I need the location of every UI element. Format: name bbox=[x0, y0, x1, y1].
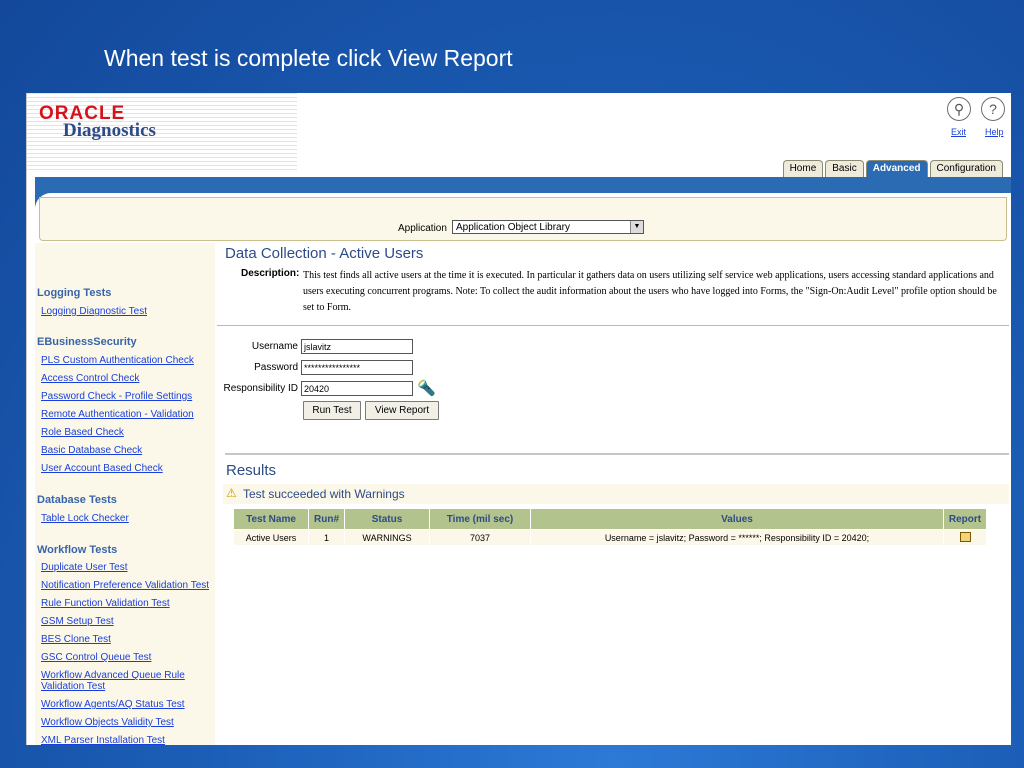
sidebar-link-duplicate-user[interactable]: Duplicate User Test bbox=[41, 562, 219, 573]
cell-run: 1 bbox=[308, 529, 345, 546]
username-field[interactable]: jslavitz bbox=[301, 339, 413, 354]
description-text: This test finds all active users at the … bbox=[303, 270, 997, 313]
divider bbox=[217, 325, 1009, 326]
header-icons: ⚲ ? Exit Help bbox=[945, 97, 1007, 141]
slide-title: When test is complete click View Report bbox=[104, 45, 513, 71]
description-label: Description: bbox=[241, 268, 300, 279]
sidebar-link-pls-custom-auth[interactable]: PLS Custom Authentication Check bbox=[41, 355, 219, 366]
sidebar-link-workflow-objects[interactable]: Workflow Objects Validity Test bbox=[41, 717, 219, 728]
run-test-button[interactable]: Run Test bbox=[303, 401, 361, 420]
column-header-time: Time (mil sec) bbox=[429, 508, 531, 530]
sidebar-link-role-based[interactable]: Role Based Check bbox=[41, 427, 219, 438]
sidebar-link-basic-database[interactable]: Basic Database Check bbox=[41, 445, 219, 456]
column-header-status: Status bbox=[344, 508, 430, 530]
column-header-test-name: Test Name bbox=[233, 508, 309, 530]
view-report-button[interactable]: View Report bbox=[365, 401, 439, 420]
main-content: Data Collection - Active Users Descripti… bbox=[217, 243, 1011, 745]
application-selected-value: Application Object Library bbox=[456, 222, 570, 233]
sidebar-link-gsc-control[interactable]: GSC Control Queue Test bbox=[41, 652, 219, 663]
status-bar: ⚠ Test succeeded with Warnings bbox=[223, 484, 1009, 504]
sidebar: Logging Tests Logging Diagnostic Test EB… bbox=[35, 243, 215, 745]
application-bar: Application Application Object Library ▼ bbox=[39, 197, 1007, 241]
column-header-run: Run# bbox=[308, 508, 345, 530]
application-select[interactable]: Application Object Library ▼ bbox=[452, 220, 644, 234]
warning-icon: ⚠ bbox=[226, 486, 237, 500]
results-table: Test Name Run# Status Time (mil sec) Val… bbox=[233, 508, 987, 546]
password-label: Password bbox=[254, 362, 298, 373]
flashlight-lov-icon[interactable]: 🔦 bbox=[417, 379, 436, 397]
status-message: Test succeeded with Warnings bbox=[243, 487, 405, 501]
tab-home[interactable]: Home bbox=[782, 160, 824, 177]
sidebar-section-logging: Logging Tests bbox=[37, 287, 112, 299]
divider bbox=[225, 453, 1009, 455]
responsibility-id-label: Responsibility ID bbox=[223, 383, 298, 394]
sidebar-link-gsm-setup[interactable]: GSM Setup Test bbox=[41, 616, 219, 627]
sidebar-link-rule-function[interactable]: Rule Function Validation Test bbox=[41, 598, 219, 609]
sidebar-link-workflow-adv-queue[interactable]: Workflow Advanced Queue Rule Validation … bbox=[41, 670, 219, 692]
exit-link[interactable]: Exit bbox=[951, 127, 966, 137]
tab-basic[interactable]: Basic bbox=[825, 160, 864, 177]
sidebar-link-bes-clone[interactable]: BES Clone Test bbox=[41, 634, 219, 645]
page-title: Data Collection - Active Users bbox=[225, 245, 424, 262]
sidebar-section-database: Database Tests bbox=[37, 494, 117, 506]
password-field[interactable]: **************** bbox=[301, 360, 413, 375]
application-label: Application bbox=[398, 223, 447, 234]
sidebar-link-notification-pref[interactable]: Notification Preference Validation Test bbox=[41, 580, 219, 591]
sidebar-section-ebusinesssecurity: EBusinessSecurity bbox=[37, 336, 137, 348]
header-logo-area: ORACLE Diagnostics bbox=[27, 93, 297, 173]
tab-advanced[interactable]: Advanced bbox=[865, 160, 928, 177]
username-label: Username bbox=[251, 341, 298, 352]
sidebar-link-user-account[interactable]: User Account Based Check bbox=[41, 463, 219, 474]
chevron-down-icon[interactable]: ▼ bbox=[630, 221, 643, 233]
sidebar-link-access-control[interactable]: Access Control Check bbox=[41, 373, 219, 384]
cell-status: WARNINGS bbox=[344, 529, 430, 546]
table-row: Active Users 1 WARNINGS 7037 Username = … bbox=[233, 529, 987, 546]
exit-icon[interactable]: ⚲ bbox=[947, 97, 971, 121]
cell-report bbox=[943, 529, 987, 546]
sidebar-link-workflow-agents[interactable]: Workflow Agents/AQ Status Test bbox=[41, 699, 219, 710]
report-icon[interactable] bbox=[959, 531, 971, 542]
cell-test-name: Active Users bbox=[233, 529, 309, 546]
responsibility-id-field[interactable]: 20420 bbox=[301, 381, 413, 396]
sidebar-section-workflow: Workflow Tests bbox=[37, 544, 118, 556]
browser-screenshot: ORACLE Diagnostics ⚲ ? Exit Help Home Ba… bbox=[26, 93, 1011, 745]
sidebar-link-xml-parser[interactable]: XML Parser Installation Test bbox=[41, 735, 219, 745]
sidebar-link-remote-auth[interactable]: Remote Authentication - Validation bbox=[41, 409, 219, 420]
sidebar-link-logging-diagnostic[interactable]: Logging Diagnostic Test bbox=[41, 306, 219, 317]
cell-values: Username = jslavitz; Password = ******; … bbox=[530, 529, 944, 546]
help-icon[interactable]: ? bbox=[981, 97, 1005, 121]
column-header-values: Values bbox=[530, 508, 944, 530]
cell-time: 7037 bbox=[429, 529, 531, 546]
help-link[interactable]: Help bbox=[985, 127, 1004, 137]
column-header-report: Report bbox=[943, 508, 987, 530]
diagnostics-logo: Diagnostics bbox=[63, 120, 156, 141]
tab-configuration[interactable]: Configuration bbox=[929, 160, 1003, 177]
sidebar-link-password-check[interactable]: Password Check - Profile Settings bbox=[41, 391, 219, 402]
results-heading: Results bbox=[226, 462, 277, 479]
main-tabs: Home Basic Advanced Configuration bbox=[782, 160, 1003, 177]
sidebar-link-table-lock[interactable]: Table Lock Checker bbox=[41, 513, 219, 524]
